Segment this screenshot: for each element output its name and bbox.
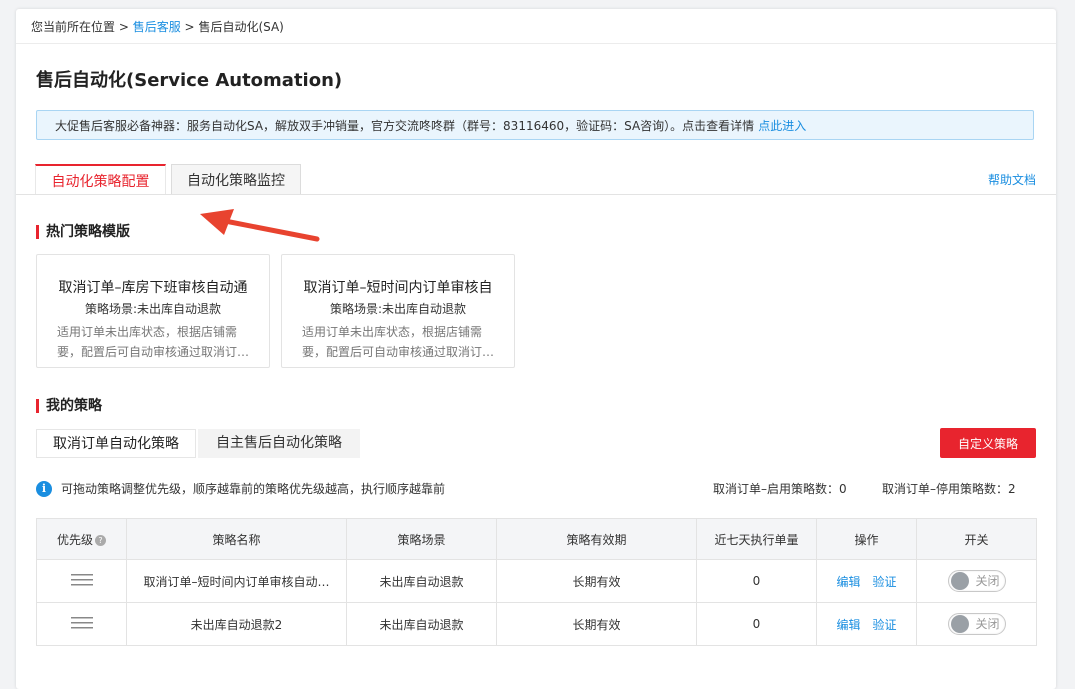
actions-cell: 编辑 验证 xyxy=(816,602,917,646)
breadcrumb-current: 售后自动化(SA) xyxy=(198,20,284,34)
page-title: 售后自动化(Service Automation) xyxy=(36,70,343,91)
strategy-validity: 长期有效 xyxy=(496,602,697,646)
template-card[interactable]: 取消订单–库房下班审核自动通 策略场景:未出库自动退款 适用订单未出库状态，根据… xyxy=(36,254,270,368)
breadcrumb-link-after-sales[interactable]: 售后客服 xyxy=(133,20,181,34)
column-header-label: 优先级 xyxy=(56,532,93,547)
template-scene: 策略场景:未出库自动退款 xyxy=(329,302,467,316)
divider xyxy=(16,43,1056,44)
template-scene: 策略场景:未出库自动退款 xyxy=(84,302,222,316)
column-header: 策略有效期 xyxy=(496,518,697,560)
edit-link[interactable]: 编辑 xyxy=(836,618,860,632)
strategy-table: 优先级? 策略名称 策略场景 策略有效期 近七天执行单量 操作 开关 取消订单–… xyxy=(36,518,1037,646)
column-header: 近七天执行单量 xyxy=(696,518,817,560)
notice-link[interactable]: 点此进入 xyxy=(758,119,806,133)
strategy-scene: 未出库自动退款 xyxy=(346,559,497,603)
column-header: 开关 xyxy=(916,518,1037,560)
actions-cell: 编辑 验证 xyxy=(816,559,917,603)
main-panel: 您当前所在位置 > 售后客服 > 售后自动化(SA) 售后自动化(Service… xyxy=(16,9,1056,689)
template-description-line: 要，配置后可自动审核通过取消订… xyxy=(302,345,494,359)
verify-link[interactable]: 验证 xyxy=(873,575,897,589)
template-description-line: 适用订单未出库状态，根据店铺需 xyxy=(57,325,238,339)
hot-templates-title: 热门策略模版 xyxy=(36,225,130,239)
strategy-validity: 长期有效 xyxy=(496,559,697,603)
notice-banner: 大促售后客服必备神器：服务自动化SA，解放双手冲销量，官方交流咚咚群（群号：83… xyxy=(36,110,1034,140)
divider xyxy=(16,194,1056,195)
column-header: 操作 xyxy=(816,518,917,560)
verify-link[interactable]: 验证 xyxy=(873,618,897,632)
switch-cell: 关闭 xyxy=(916,559,1037,603)
table-row: 未出库自动退款2 未出库自动退款 长期有效 0 编辑 验证 关闭 xyxy=(36,602,1037,646)
table-row: 取消订单–短时间内订单审核自动… 未出库自动退款 长期有效 0 编辑 验证 关闭 xyxy=(36,559,1037,603)
execution-count: 0 xyxy=(696,602,817,646)
tab-strategy-config[interactable]: 自动化策略配置 xyxy=(35,164,166,195)
template-card[interactable]: 取消订单–短时间内订单审核自 策略场景:未出库自动退款 适用订单未出库状态，根据… xyxy=(281,254,515,368)
breadcrumb-separator: > xyxy=(184,20,195,34)
toggle-label: 关闭 xyxy=(975,617,1000,631)
column-header: 策略名称 xyxy=(126,518,347,560)
switch-cell: 关闭 xyxy=(916,602,1037,646)
template-description-line: 要，配置后可自动审核通过取消订… xyxy=(57,345,249,359)
toggle-switch[interactable]: 关闭 xyxy=(947,569,1006,592)
toggle-knob xyxy=(950,614,969,633)
priority-cell xyxy=(36,559,127,603)
template-description-line: 适用订单未出库状态，根据店铺需 xyxy=(302,325,483,339)
notice-text: 大促售后客服必备神器：服务自动化SA，解放双手冲销量，官方交流咚咚群（群号：83… xyxy=(55,119,755,133)
info-icon: i xyxy=(36,480,52,497)
edit-link[interactable]: 编辑 xyxy=(836,575,860,589)
template-description: 适用订单未出库状态，根据店铺需 要，配置后可自动审核通过取消订… xyxy=(57,322,249,362)
enabled-count: 取消订单–启用策略数：0 xyxy=(713,482,847,496)
toggle-label: 关闭 xyxy=(975,574,1000,588)
subtab-cancel-order[interactable]: 取消订单自动化策略 xyxy=(36,429,196,458)
toggle-switch[interactable]: 关闭 xyxy=(947,612,1006,635)
table-header-row: 优先级? 策略名称 策略场景 策略有效期 近七天执行单量 操作 开关 xyxy=(36,518,1037,560)
disabled-count: 取消订单–停用策略数：2 xyxy=(882,482,1016,496)
priority-cell xyxy=(36,602,127,646)
help-docs-link[interactable]: 帮助文档 xyxy=(988,171,1036,188)
help-icon[interactable]: ? xyxy=(95,534,106,546)
strategy-scene: 未出库自动退款 xyxy=(346,602,497,646)
template-title: 取消订单–短时间内订单审核自 xyxy=(303,280,493,296)
column-header-priority: 优先级? xyxy=(36,518,127,560)
drag-handle-icon[interactable] xyxy=(70,573,93,586)
column-header: 策略场景 xyxy=(346,518,497,560)
template-description: 适用订单未出库状态，根据店铺需 要，配置后可自动审核通过取消订… xyxy=(302,322,494,362)
subtab-self-service[interactable]: 自主售后自动化策略 xyxy=(198,429,360,458)
breadcrumb: 您当前所在位置 > 售后客服 > 售后自动化(SA) xyxy=(31,18,284,35)
strategy-name: 取消订单–短时间内订单审核自动… xyxy=(126,559,347,603)
toggle-knob xyxy=(950,571,969,590)
my-strategies-title: 我的策略 xyxy=(36,399,102,413)
tab-strategy-monitor[interactable]: 自动化策略监控 xyxy=(171,164,301,194)
red-arrow-annotation xyxy=(200,209,320,242)
custom-strategy-button[interactable]: 自定义策略 xyxy=(940,428,1036,458)
strategy-name: 未出库自动退款2 xyxy=(126,602,347,646)
breadcrumb-prefix: 您当前所在位置 > xyxy=(31,20,129,34)
drag-handle-icon[interactable] xyxy=(70,616,93,629)
info-row: i 可拖动策略调整优先级，顺序越靠前的策略优先级越高，执行顺序越靠前 xyxy=(36,480,445,497)
template-title: 取消订单–库房下班审核自动通 xyxy=(58,280,248,296)
info-text: 可拖动策略调整优先级，顺序越靠前的策略优先级越高，执行顺序越靠前 xyxy=(61,482,446,496)
execution-count: 0 xyxy=(696,559,817,603)
